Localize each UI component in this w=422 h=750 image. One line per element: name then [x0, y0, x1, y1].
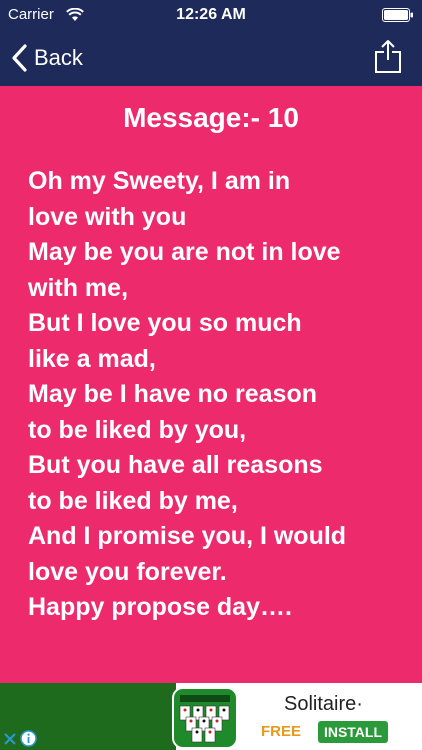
- install-button[interactable]: INSTALL: [318, 721, 388, 743]
- ad-free-label: FREE: [261, 723, 302, 740]
- info-icon[interactable]: [20, 730, 37, 747]
- message-body: Oh my Sweety, I am in love with you May be…: [28, 164, 408, 626]
- close-icon[interactable]: [2, 731, 18, 747]
- back-label: Back: [34, 45, 83, 70]
- message-line: May be you are not in love: [28, 238, 341, 266]
- navigation-bar: Back: [0, 30, 422, 86]
- battery-icon: [382, 8, 413, 22]
- back-button[interactable]: Back: [10, 40, 83, 76]
- message-line: like a mad,: [28, 344, 156, 373]
- ad-title[interactable]: Solitaire·: [284, 693, 363, 716]
- message-title: Message:- 10: [123, 102, 299, 133]
- message-line: to be liked by you,: [28, 415, 247, 444]
- message-line: Oh my Sweety, I am in: [28, 167, 291, 195]
- message-line: And I promise you, I would: [28, 522, 347, 550]
- message-line: May be I have no reason: [28, 380, 317, 408]
- solitaire-app-icon[interactable]: [172, 687, 238, 749]
- ad-banner[interactable]: Solitaire· FREE INSTALL: [0, 683, 422, 750]
- message-content: Message:- 10 Oh my Sweety, I am in love w…: [0, 86, 422, 683]
- status-bar: Carrier 12:26 AM: [0, 0, 422, 30]
- message-line: to be liked by me,: [28, 486, 238, 515]
- message-line: love you forever.: [28, 557, 227, 586]
- status-time: 12:26 AM: [176, 6, 246, 23]
- message-line: Happy propose day….: [28, 593, 292, 621]
- message-line: But I love you so much: [28, 309, 302, 337]
- share-icon[interactable]: [374, 38, 402, 74]
- message-line: But you have all reasons: [28, 451, 323, 479]
- message-line: with me,: [28, 273, 129, 302]
- chevron-left-icon: [12, 44, 27, 72]
- message-line: love with you: [28, 202, 187, 231]
